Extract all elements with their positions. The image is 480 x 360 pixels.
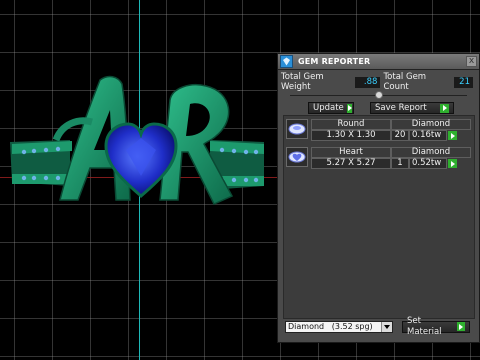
play-icon [456,322,465,331]
gem-shape: Round [311,119,391,130]
gem-slider[interactable] [290,91,467,99]
set-material-button-label: Set Material [407,315,442,337]
play-icon[interactable] [448,131,457,140]
left-band [10,140,72,186]
update-button[interactable]: Update [308,102,354,114]
heart-gem-icon [286,147,308,167]
stats-row: Total Gem Weight .88 Total Gem Count 21 [281,72,476,92]
list-item[interactable]: Round Diamond 1.30 X 1.30 20 0.16tw [285,118,473,142]
action-row: Update Save Report [281,102,476,114]
play-icon [346,103,352,113]
material-row: Diamond (3.52 spg) Set Material [285,316,470,337]
play-icon [440,103,449,113]
material-select[interactable]: Diamond (3.52 spg) [285,320,393,333]
total-gem-weight-value: .88 [355,76,381,88]
gem-list: Round Diamond 1.30 X 1.30 20 0.16tw Hear… [283,115,475,319]
save-report-button[interactable]: Save Report [370,102,454,114]
total-gem-count-value: 21 [453,76,473,88]
gem-weight: 0.16tw [409,130,447,141]
gem-size: 5.27 X 5.27 [311,158,391,169]
gem-material: Diamond [391,147,471,158]
gem-count: 1 [391,158,409,169]
set-material-button[interactable]: Set Material [402,316,470,337]
gem-reporter-icon [280,55,293,68]
gem-shape: Heart [311,147,391,158]
close-icon[interactable]: x [466,56,477,67]
total-gem-count-label: Total Gem Count [383,72,427,92]
slider-thumb[interactable] [375,91,383,99]
gem-reporter-panel: GEM REPORTER x Total Gem Weight .88 Tota… [277,53,480,343]
play-icon[interactable] [448,159,457,168]
list-item[interactable]: Heart Diamond 5.27 X 5.27 1 0.52tw [285,146,473,170]
gem-material: Diamond [391,119,471,130]
material-select-value: Diamond (3.52 spg) [288,321,373,331]
gem-size: 1.30 X 1.30 [311,130,391,141]
update-button-label: Update [313,102,344,113]
total-gem-weight-label: Total Gem Weight [281,72,324,92]
gem-weight: 0.52tw [409,158,447,169]
save-report-button-label: Save Report [375,102,427,113]
round-gem-icon [286,119,308,139]
gem-count: 20 [391,130,409,141]
chevron-down-icon[interactable] [381,321,392,332]
panel-title: GEM REPORTER [298,57,371,66]
panel-titlebar[interactable]: GEM REPORTER x [278,54,479,70]
